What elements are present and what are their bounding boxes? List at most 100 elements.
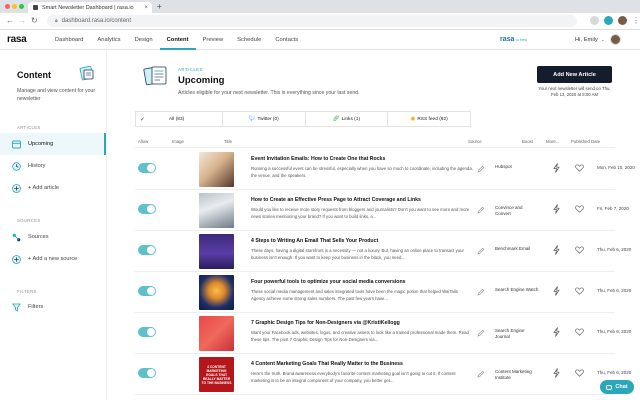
menu-icon[interactable]: ⋮ — [632, 16, 640, 25]
article-title[interactable]: 7 Graphic Design Tips for Non-Designers … — [251, 320, 471, 326]
heart-icon[interactable] — [575, 246, 584, 254]
browser-tab[interactable]: Smart Newsletter Dashboard | rasa.io × — [28, 2, 152, 13]
reload-icon[interactable]: ↻ — [31, 16, 38, 25]
minimize-window-button[interactable] — [12, 4, 17, 9]
nav-dashboard[interactable]: Dashboard — [48, 30, 90, 50]
add-new-article-button[interactable]: Add New Article — [537, 66, 612, 83]
tab-close-icon[interactable]: × — [144, 5, 148, 11]
article-description: Running a successful event can be stress… — [251, 166, 473, 178]
article-title[interactable]: Four powerful tools to optimize your soc… — [251, 279, 471, 285]
allow-toggle[interactable] — [138, 204, 156, 214]
edit-icon[interactable] — [477, 247, 485, 255]
add-article-icon — [11, 183, 21, 193]
content-illustration-icon — [79, 65, 94, 81]
filter-rss[interactable]: ◉ RSS feed (82) — [388, 112, 470, 126]
article-description: These social media management and sales … — [251, 289, 458, 301]
heart-icon[interactable] — [575, 369, 584, 377]
boost-icon[interactable] — [553, 368, 560, 378]
boost-icon[interactable] — [553, 286, 560, 296]
nav-schedule[interactable]: Schedule — [230, 30, 268, 50]
star-icon[interactable] — [590, 16, 599, 25]
heart-icon[interactable] — [575, 164, 584, 172]
article-title[interactable]: Event Invitation Emails: How to Create O… — [251, 156, 471, 162]
check-icon: ✓ — [140, 116, 146, 123]
sidebar-description: Manage and view content for your newslet… — [17, 88, 96, 102]
article-description: Here's the truth. Brand awareness everyb… — [251, 371, 456, 383]
heart-icon[interactable] — [575, 328, 584, 336]
avatar[interactable] — [609, 34, 621, 45]
forward-icon[interactable]: → — [18, 16, 26, 25]
filter-label: All (83) — [169, 116, 185, 122]
edit-icon[interactable] — [477, 288, 485, 296]
section-sources: SOURCES — [17, 218, 41, 223]
extension-icon[interactable] — [604, 16, 613, 25]
filter-links[interactable]: 🔗︎ Links (1) — [306, 112, 389, 126]
table-row: Event Invitation Emails: How to Create O… — [135, 149, 635, 190]
close-window-button[interactable] — [5, 4, 10, 9]
sidebar-item-label: + Add article — [28, 185, 59, 191]
sidebar-item-upcoming[interactable]: Upcoming — [0, 133, 106, 155]
newsletter-brand-name: rasa — [500, 36, 515, 43]
page-eyebrow: ARTICLES — [178, 67, 203, 72]
maximize-window-button[interactable] — [19, 4, 24, 9]
edit-icon[interactable] — [477, 206, 485, 214]
allow-toggle[interactable] — [138, 286, 156, 296]
allow-toggle[interactable] — [138, 368, 156, 378]
article-title[interactable]: How to Create an Effective Press Page to… — [251, 197, 471, 203]
heart-icon[interactable] — [575, 205, 584, 213]
back-icon[interactable]: ← — [6, 16, 14, 25]
upcoming-icon — [11, 139, 21, 149]
article-source: Search Engine Watch — [495, 287, 539, 292]
url-field[interactable]: 🔒︎ dashboard.rasa.io/content — [47, 15, 577, 27]
chat-button[interactable]: Chat — [600, 380, 634, 394]
source-filter-bar: ✓ All (83) 🐦︎ Twitter (0) 🔗︎ Links (1) ◉… — [135, 111, 471, 127]
nav-preview[interactable]: Preview — [196, 30, 231, 50]
heart-icon[interactable] — [575, 287, 584, 295]
edit-icon[interactable] — [477, 370, 485, 378]
article-description: Want your Facebook ads, websites, logos,… — [251, 330, 469, 342]
sidebar-item-add-article[interactable]: + Add article — [0, 177, 106, 199]
sidebar-item-sources[interactable]: Sources — [0, 226, 106, 248]
nav-contacts[interactable]: Contacts — [268, 30, 305, 50]
section-filters: FILTERS — [17, 289, 37, 294]
edit-icon[interactable] — [477, 165, 485, 173]
nav-design[interactable]: Design — [128, 30, 160, 50]
rasa-logo[interactable]: rasa — [7, 34, 27, 45]
sidebar-item-label: Upcoming — [28, 141, 54, 147]
table-row: 7 Graphic Design Tips for Non-Designers … — [135, 313, 631, 354]
add-source-icon — [11, 254, 21, 264]
sidebar-item-label: History — [28, 163, 46, 169]
allow-toggle[interactable] — [138, 163, 156, 173]
new-tab-button[interactable]: + — [157, 2, 162, 11]
boost-icon[interactable] — [553, 163, 560, 173]
filter-twitter[interactable]: 🐦︎ Twitter (0) — [223, 112, 306, 126]
published-date: Thu, Feb 6, 2020 — [597, 288, 632, 293]
article-thumbnail — [199, 275, 234, 310]
newsletter-brand: rasa io feed — [500, 36, 527, 43]
article-title[interactable]: 4 Content Marketing Goals That Really Ma… — [251, 361, 471, 367]
allow-toggle[interactable] — [138, 327, 156, 337]
article-source: Search Engine Journal — [495, 328, 525, 339]
filter-label: RSS feed (82) — [417, 116, 448, 122]
table-row: Four powerful tools to optimize your soc… — [135, 272, 631, 313]
nav-content[interactable]: Content — [159, 30, 196, 50]
twitter-icon: 🐦︎ — [248, 116, 256, 122]
profile-icon[interactable] — [618, 16, 627, 25]
nav-analytics[interactable]: Analytics — [90, 30, 127, 50]
sidebar-item-filters[interactable]: Filters — [0, 296, 106, 318]
boost-icon[interactable] — [553, 204, 560, 214]
user-menu[interactable]: Hi, Emily ⌄ — [575, 34, 621, 45]
sidebar: Content Manage and view content for your… — [0, 51, 107, 400]
newsletter-brand-tag: io feed — [516, 38, 527, 42]
sidebar-item-add-source[interactable]: + Add a new source — [0, 248, 106, 270]
filter-all[interactable]: ✓ All (83) — [136, 112, 223, 126]
edit-icon[interactable] — [477, 329, 485, 337]
sidebar-item-history[interactable]: History — [0, 155, 106, 177]
rss-icon: ◉ — [410, 116, 416, 122]
boost-icon[interactable] — [553, 245, 560, 255]
chevron-down-icon: ⌄ — [600, 36, 605, 42]
article-title[interactable]: 4 Steps to Writing An Email That Sells Y… — [251, 238, 471, 244]
article-thumbnail — [199, 152, 234, 187]
boost-icon[interactable] — [553, 327, 560, 337]
allow-toggle[interactable] — [138, 245, 156, 255]
